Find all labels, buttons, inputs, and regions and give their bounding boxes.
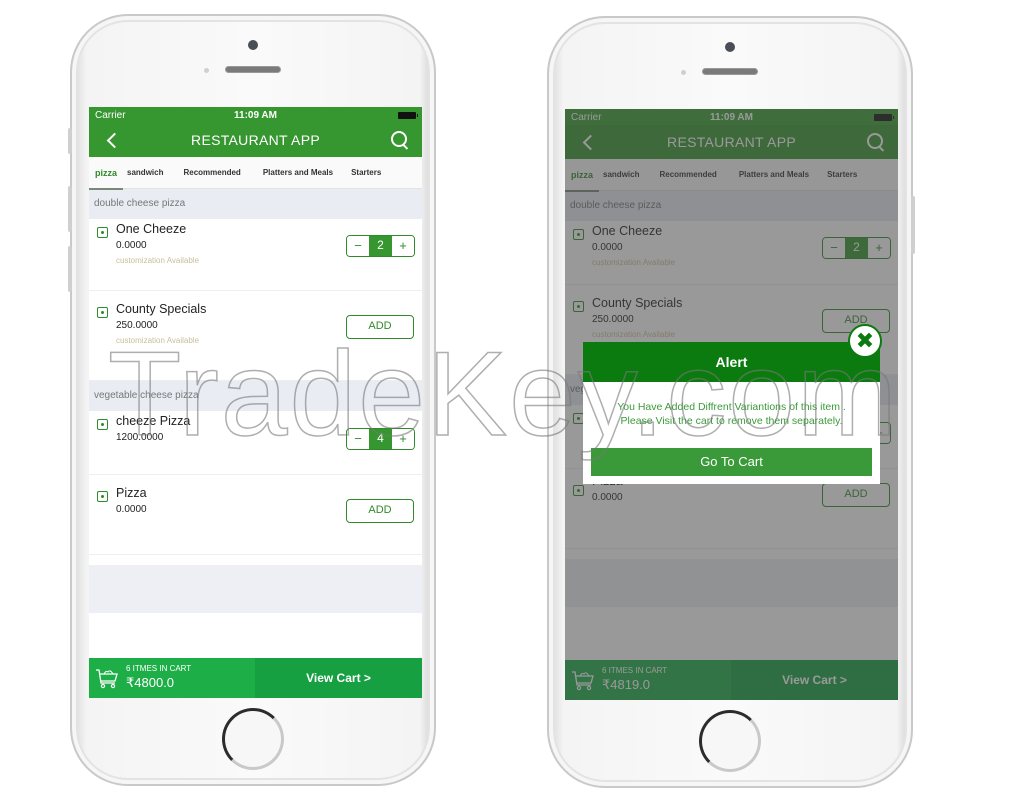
menu-item: cheeze Pizza 1200.0000 − 4 + <box>89 411 422 475</box>
stage: Carrier 11:09 AM RESTAURANT APP pizza sa… <box>0 0 1024 802</box>
front-camera <box>725 42 735 52</box>
veg-icon <box>97 491 108 502</box>
item-price: 0.0000 <box>116 240 147 251</box>
cart-item-count: 6 ITMES IN CART <box>126 664 192 673</box>
view-cart-button[interactable]: View Cart > <box>255 658 422 698</box>
proximity-sensor <box>681 70 686 75</box>
tab-recommended[interactable]: Recommended <box>169 157 254 189</box>
go-to-cart-button[interactable]: Go To Cart <box>591 448 872 476</box>
front-camera <box>248 40 258 50</box>
add-button[interactable]: ADD <box>346 315 414 339</box>
item-name: County Specials <box>116 302 207 316</box>
section-header: vegetable cheese pizza <box>89 381 422 411</box>
veg-icon <box>97 419 108 430</box>
nav-bar: RESTAURANT APP <box>89 123 422 157</box>
earpiece-speaker <box>702 68 758 75</box>
power-button <box>911 196 915 254</box>
tab-starters[interactable]: Starters <box>345 157 387 189</box>
app-screen: Carrier 11:09 AM RESTAURANT APP pizza sa… <box>89 107 422 698</box>
cart-icon <box>96 669 118 689</box>
home-button[interactable] <box>699 710 761 772</box>
tab-sandwich[interactable]: sandwich <box>123 157 169 189</box>
menu-item: One Cheeze 0.0000 customization Availabl… <box>89 219 422 291</box>
item-name: Pizza <box>116 486 147 500</box>
tab-pizza[interactable]: pizza <box>89 157 124 190</box>
alert-message: You Have Added Diffrent Variantions of t… <box>583 382 880 428</box>
cart-summary: 6 ITMES IN CART ₹4800.0 <box>89 658 255 698</box>
quantity-value: 4 <box>369 429 392 449</box>
volume-down-button <box>68 246 72 292</box>
earpiece-speaker <box>225 66 281 73</box>
increment-button[interactable]: + <box>392 429 414 449</box>
back-icon[interactable] <box>106 132 123 148</box>
alert-message-line: Please Visit the cart to remove them sep… <box>620 415 843 427</box>
list-footer <box>89 565 422 613</box>
home-button[interactable] <box>222 708 284 770</box>
increment-button[interactable]: + <box>392 236 414 256</box>
veg-icon <box>97 307 108 318</box>
alert-dialog: Alert You Have Added Diffrent Variantion… <box>583 342 880 484</box>
battery-icon <box>398 111 418 119</box>
category-tabs: pizza sandwich Recommended Platters and … <box>89 157 422 190</box>
menu-item: County Specials 250.0000 customization A… <box>89 291 422 381</box>
quantity-value: 2 <box>369 236 392 256</box>
veg-icon <box>97 227 108 238</box>
phone-left: Carrier 11:09 AM RESTAURANT APP pizza sa… <box>68 14 436 786</box>
customization-note[interactable]: customization Available <box>116 336 199 345</box>
status-bar: Carrier 11:09 AM <box>89 107 422 123</box>
page-title: RESTAURANT APP <box>191 132 320 148</box>
mute-switch <box>68 128 72 154</box>
list-spacer <box>89 555 422 565</box>
proximity-sensor <box>204 68 209 73</box>
alert-message-line: You Have Added Diffrent Variantions of t… <box>617 401 846 413</box>
item-name: One Cheeze <box>116 222 187 236</box>
status-time: 11:09 AM <box>234 109 277 121</box>
add-button[interactable]: ADD <box>346 499 414 523</box>
close-icon[interactable]: ✖ <box>848 324 882 358</box>
item-name: cheeze Pizza <box>116 414 191 428</box>
decrement-button[interactable]: − <box>347 236 369 256</box>
quantity-stepper: − 2 + <box>346 235 415 257</box>
tab-platters-and-meals[interactable]: Platters and Meals <box>255 157 345 189</box>
item-price: 0.0000 <box>116 504 147 515</box>
volume-up-button <box>68 186 72 232</box>
cart-bar: 6 ITMES IN CART ₹4800.0 View Cart > <box>89 658 422 698</box>
decrement-button[interactable]: − <box>347 429 369 449</box>
quantity-stepper: − 4 + <box>346 428 415 450</box>
cart-total: ₹4800.0 <box>126 675 175 690</box>
alert-title: Alert <box>583 342 880 382</box>
customization-note[interactable]: customization Available <box>116 256 199 265</box>
menu-item: Pizza 0.0000 ADD <box>89 475 422 555</box>
item-price: 1200.0000 <box>116 432 164 443</box>
app-screen: Carrier 11:09 AM RESTAURANT APP pizza sa… <box>565 109 898 700</box>
section-header: double cheese pizza <box>89 189 422 219</box>
search-icon[interactable] <box>391 130 410 150</box>
phone-right: Carrier 11:09 AM RESTAURANT APP pizza sa… <box>547 16 915 788</box>
item-price: 250.0000 <box>116 320 158 331</box>
